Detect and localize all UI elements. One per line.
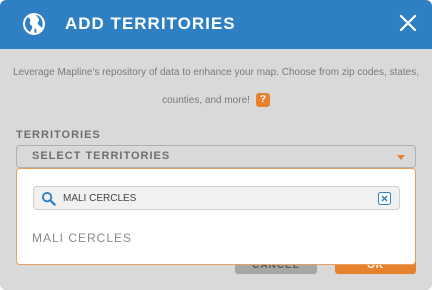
search-input[interactable] (63, 190, 363, 206)
caret-down-icon (397, 155, 405, 160)
help-icon[interactable]: ? (255, 93, 270, 108)
add-territories-dialog: ADD TERRITORIES Leverage Mapline's repos… (0, 0, 432, 290)
territories-label: TERRITORIES (16, 129, 101, 141)
clear-search-icon[interactable] (378, 192, 391, 205)
close-icon[interactable] (398, 13, 418, 33)
dropdown-option[interactable]: MALI CERCLES (32, 231, 132, 245)
dialog-header: ADD TERRITORIES (0, 0, 432, 49)
territories-dropdown: MALI CERCLES (16, 168, 416, 265)
dialog-title: ADD TERRITORIES (65, 14, 236, 33)
globe-icon (23, 13, 45, 35)
search-box (33, 186, 400, 210)
description-text: Leverage Mapline's repository of data to… (12, 67, 420, 106)
dialog-description: Leverage Mapline's repository of data to… (10, 59, 422, 115)
territories-select[interactable]: SELECT TERRITORIES (16, 145, 416, 168)
select-placeholder: SELECT TERRITORIES (32, 150, 171, 162)
search-icon (41, 191, 56, 206)
